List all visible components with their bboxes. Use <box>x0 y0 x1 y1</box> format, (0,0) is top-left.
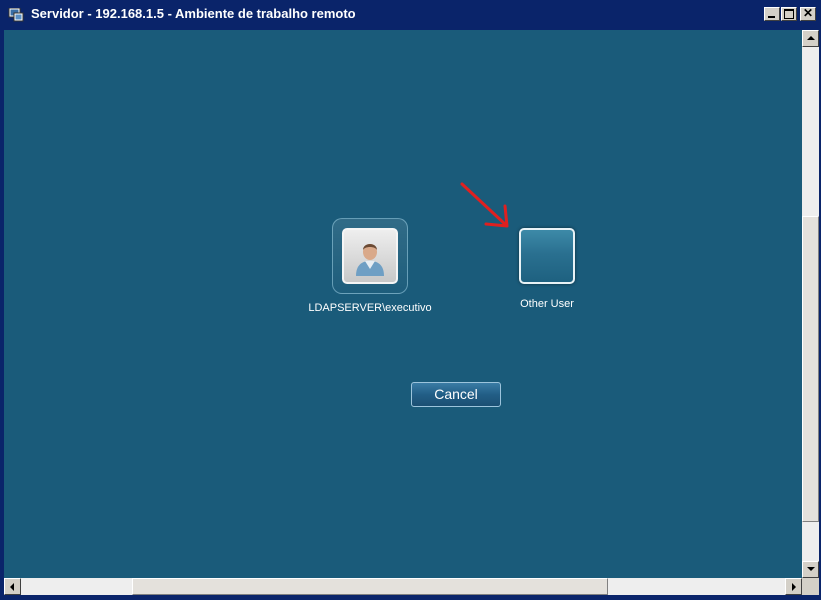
scroll-right-icon[interactable] <box>785 578 802 595</box>
scroll-up-icon[interactable] <box>802 30 819 47</box>
window-title: Servidor - 192.168.1.5 - Ambiente de tra… <box>31 6 356 21</box>
scroll-left-icon[interactable] <box>4 578 21 595</box>
minimize-button[interactable] <box>764 7 780 21</box>
user-avatar <box>342 228 398 284</box>
blank-avatar-tile <box>519 228 575 284</box>
other-user-label: Other User <box>520 298 574 310</box>
other-user-tile[interactable]: Other User <box>477 228 617 310</box>
title-bar[interactable]: Servidor - 192.168.1.5 - Ambiente de tra… <box>0 0 821 30</box>
horizontal-scroll-thumb[interactable] <box>132 578 608 595</box>
close-icon: ✕ <box>802 6 814 20</box>
vertical-scrollbar[interactable] <box>802 30 819 578</box>
user-tile-label: LDAPSERVER\executivo <box>308 302 432 314</box>
scrollbar-corner <box>802 578 819 595</box>
user-avatar-icon <box>356 244 384 276</box>
horizontal-scrollbar[interactable] <box>4 578 802 595</box>
vertical-scroll-thumb[interactable] <box>802 216 819 522</box>
user-tile-frame <box>332 218 408 294</box>
remote-desktop-icon <box>8 8 24 22</box>
close-button[interactable]: ✕ <box>800 6 816 21</box>
maximize-button[interactable] <box>781 7 797 21</box>
scroll-down-icon[interactable] <box>802 561 819 578</box>
remote-desktop-window: Servidor - 192.168.1.5 - Ambiente de tra… <box>0 0 821 600</box>
cancel-button[interactable]: Cancel <box>411 382 501 407</box>
remote-desktop-viewport[interactable]: LDAPSERVER\executivo Other User Cancel <box>4 30 802 578</box>
user-tile-executivo[interactable]: LDAPSERVER\executivo <box>300 218 440 314</box>
